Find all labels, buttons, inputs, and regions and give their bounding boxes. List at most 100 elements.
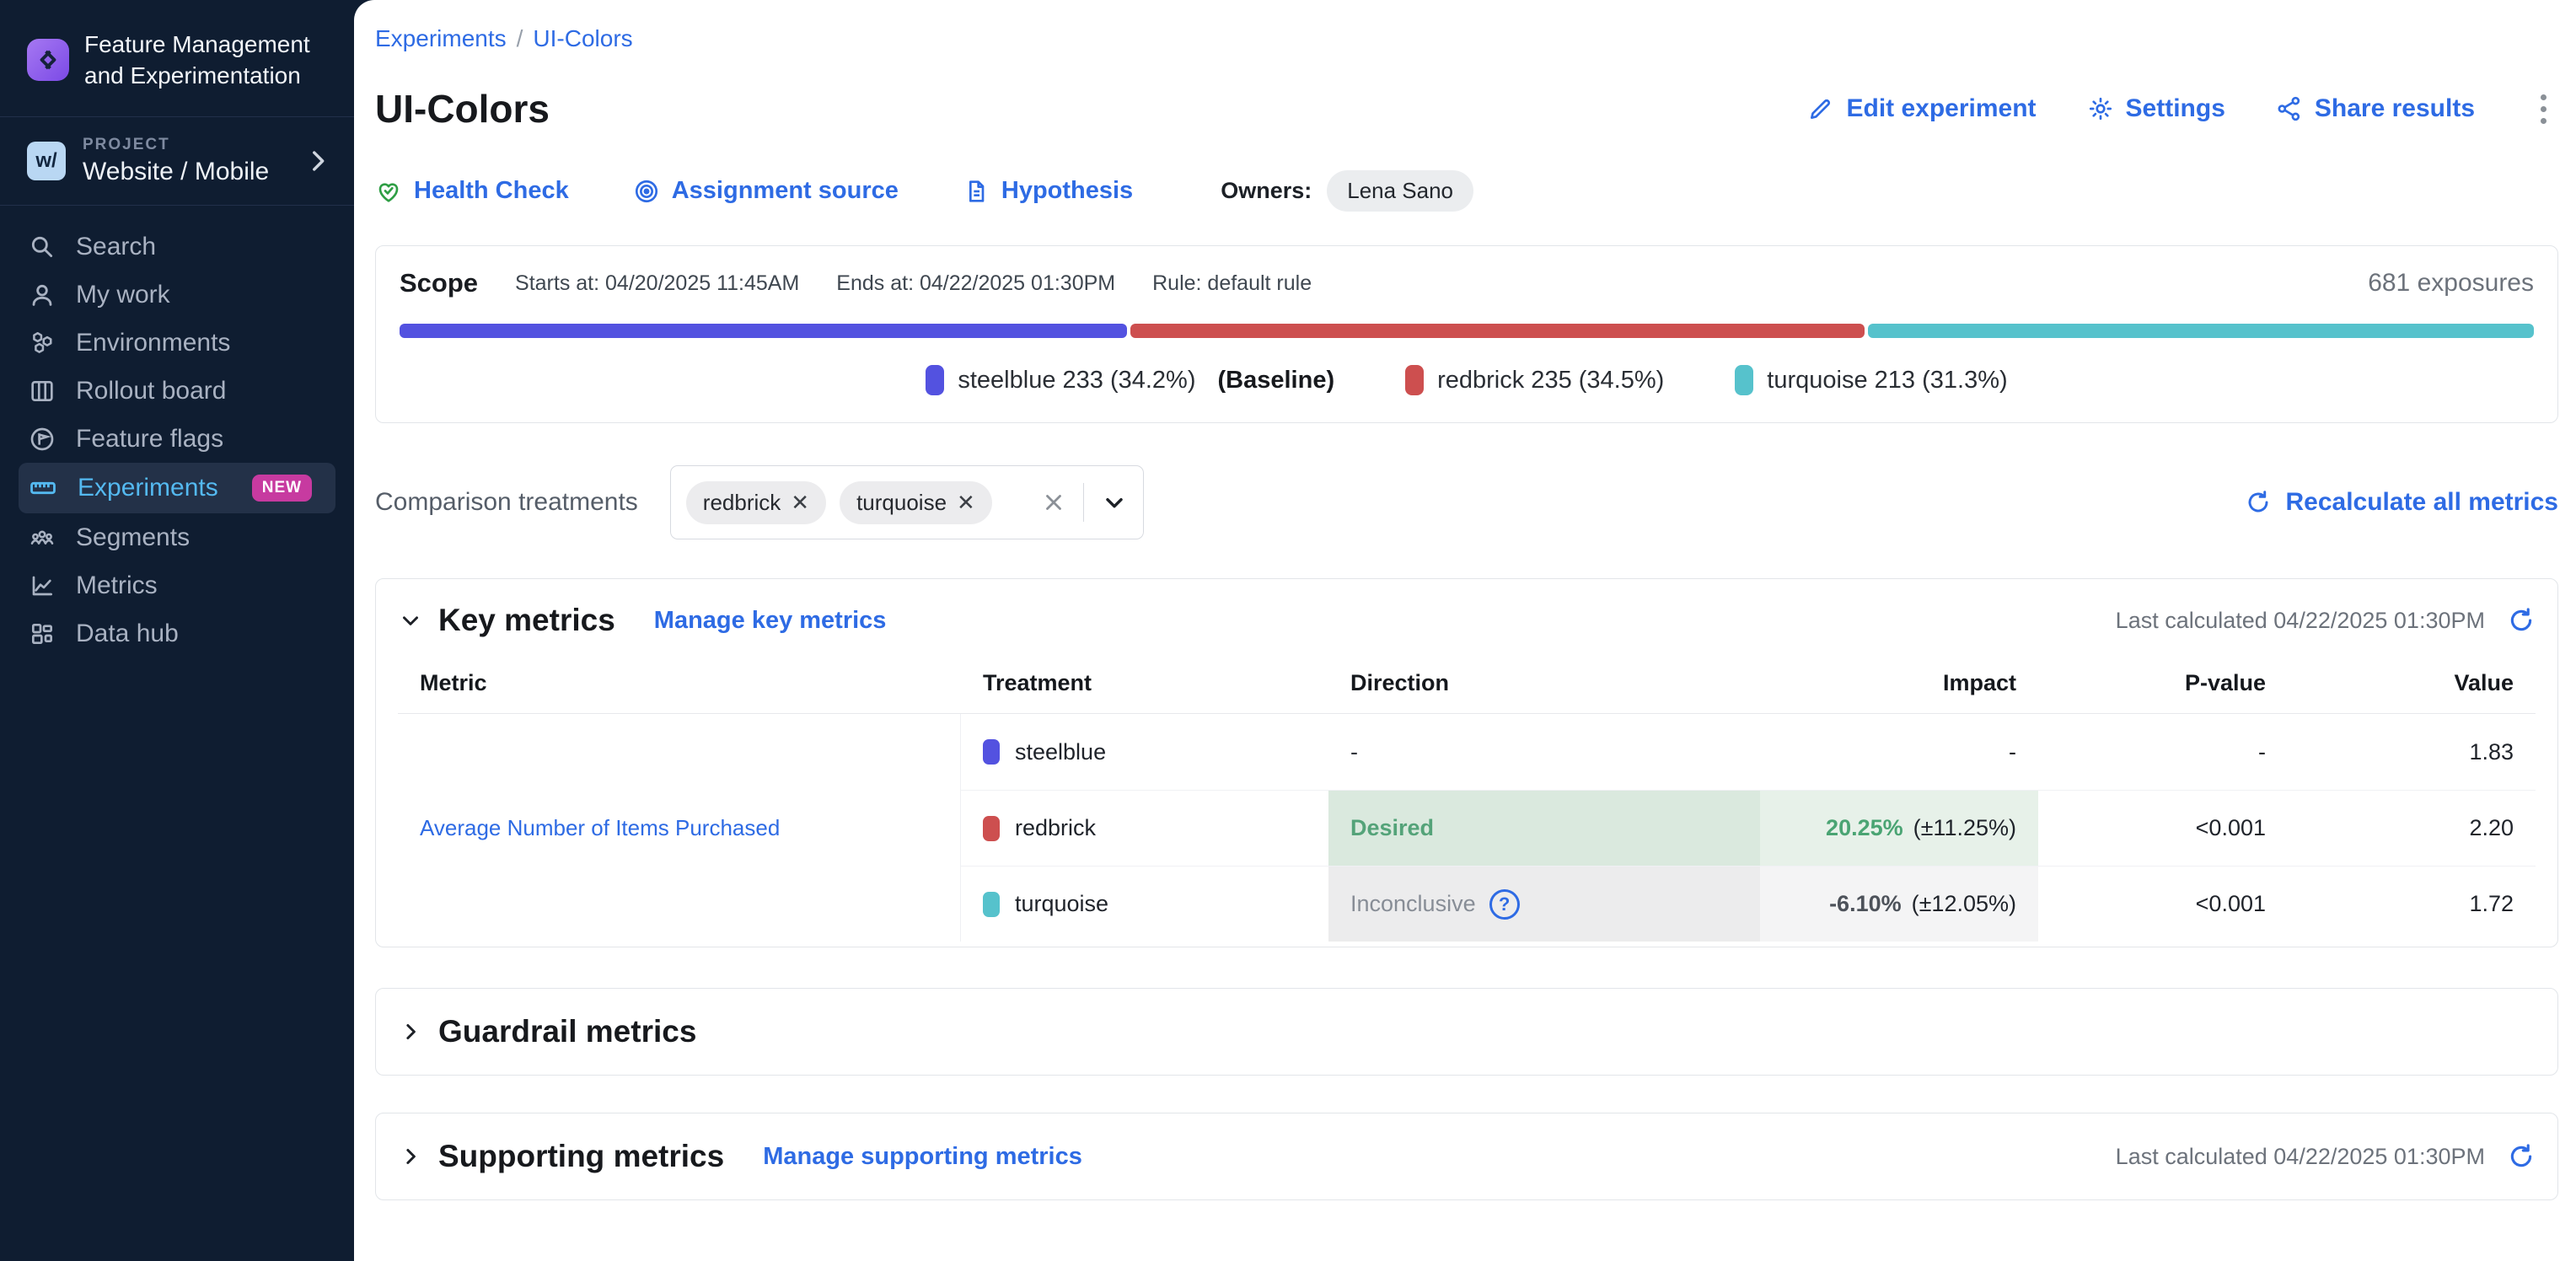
- treatment-legend: steelblue 233 (34.2%) (Baseline) redbric…: [400, 365, 2534, 395]
- breadcrumb-current[interactable]: UI-Colors: [533, 25, 632, 52]
- exposures-count: 681 exposures: [2368, 269, 2534, 298]
- header-actions: Edit experiment Settings Share results: [1807, 89, 2558, 129]
- manage-key-metrics-link[interactable]: Manage key metrics: [654, 607, 887, 635]
- owners-row: Owners: Lena Sano: [1221, 170, 1473, 212]
- metric-link[interactable]: Average Number of Items Purchased: [420, 815, 780, 841]
- search-icon: [29, 233, 56, 260]
- refresh-icon[interactable]: [2507, 606, 2536, 635]
- settings-button[interactable]: Settings: [2087, 94, 2225, 123]
- collapse-chevron-icon[interactable]: [398, 608, 423, 633]
- scope-starts-at: Starts at: 04/20/2025 11:45AM: [515, 271, 799, 296]
- health-check-link[interactable]: Health Check: [375, 177, 569, 205]
- heart-check-icon: [375, 178, 402, 205]
- impact-cell-redbrick: 20.25% (±11.25%): [1760, 790, 2038, 866]
- treatment-cell-steelblue: steelblue: [961, 714, 1328, 790]
- app-logo-row[interactable]: Feature Management and Experimentation: [0, 0, 354, 116]
- main-content: Experiments / UI-Colors UI-Colors Edit e…: [354, 0, 2576, 1261]
- sidebar: Feature Management and Experimentation w…: [0, 0, 354, 1261]
- sidebar-item-segments[interactable]: Segments: [0, 513, 354, 561]
- select-divider: [1083, 483, 1084, 522]
- key-metrics-table: Metric Treatment Direction Impact P-valu…: [398, 662, 2536, 942]
- sidebar-nav: Search My work Environments Rollout boar…: [0, 206, 354, 657]
- legend-item-redbrick: redbrick 235 (34.5%): [1405, 365, 1664, 395]
- user-icon: [29, 282, 56, 309]
- exposure-distribution-bar: [400, 324, 2534, 338]
- turquoise-swatch: [1735, 365, 1753, 395]
- pvalue-cell-steelblue: -: [2038, 714, 2288, 790]
- supporting-metrics-card: Supporting metrics Manage supporting met…: [375, 1113, 2558, 1200]
- treatments-multiselect[interactable]: redbrick ✕ turquoise ✕: [670, 465, 1144, 539]
- comparison-row: Comparison treatments redbrick ✕ turquoi…: [375, 465, 2558, 539]
- board-columns-icon: [29, 378, 56, 405]
- help-icon[interactable]: ?: [1489, 889, 1520, 920]
- column-header-pvalue: P-value: [2038, 662, 2288, 714]
- chip-redbrick[interactable]: redbrick ✕: [686, 481, 826, 524]
- owners-label: Owners:: [1221, 178, 1312, 204]
- project-name: Website / Mobile: [83, 158, 303, 186]
- supporting-last-calculated: Last calculated 04/22/2025 01:30PM: [2116, 1144, 2485, 1170]
- owner-chip[interactable]: Lena Sano: [1327, 170, 1473, 212]
- metric-name-cell: Average Number of Items Purchased: [398, 714, 961, 942]
- bar-segment-redbrick: [1130, 324, 1865, 338]
- pvalue-cell-turquoise: <0.001: [2038, 866, 2288, 942]
- legend-item-turquoise: turquoise 213 (31.3%): [1735, 365, 2007, 395]
- more-options-button[interactable]: [2529, 89, 2558, 129]
- hypothesis-link[interactable]: Hypothesis: [963, 177, 1133, 205]
- project-label: PROJECT: [83, 136, 303, 154]
- page-title: UI-Colors: [375, 86, 550, 131]
- document-icon: [963, 178, 990, 205]
- remove-turquoise-icon[interactable]: ✕: [957, 490, 975, 516]
- share-icon: [2276, 95, 2303, 122]
- column-header-treatment: Treatment: [961, 662, 1328, 714]
- value-cell-redbrick: 2.20: [2288, 790, 2536, 866]
- chevron-down-icon[interactable]: [1101, 489, 1128, 516]
- sidebar-item-my-work[interactable]: My work: [0, 271, 354, 319]
- chip-turquoise[interactable]: turquoise ✕: [840, 481, 992, 524]
- key-metrics-card: Key metrics Manage key metrics Last calc…: [375, 578, 2558, 947]
- assignment-source-link[interactable]: Assignment source: [633, 177, 899, 205]
- steelblue-swatch: [926, 365, 944, 395]
- guardrail-metrics-card: Guardrail metrics: [375, 988, 2558, 1076]
- breadcrumb-experiments[interactable]: Experiments: [375, 25, 507, 52]
- sidebar-item-metrics[interactable]: Metrics: [0, 561, 354, 609]
- chevron-right-icon: [303, 147, 332, 175]
- redbrick-swatch: [1405, 365, 1424, 395]
- sidebar-item-data-hub[interactable]: Data hub: [0, 609, 354, 657]
- sidebar-item-environments[interactable]: Environments: [0, 319, 354, 367]
- project-switcher[interactable]: w/ PROJECT Website / Mobile: [0, 117, 354, 205]
- share-results-button[interactable]: Share results: [2276, 94, 2475, 123]
- value-cell-steelblue: 1.83: [2288, 714, 2536, 790]
- key-metrics-last-calculated: Last calculated 04/22/2025 01:30PM: [2116, 608, 2485, 634]
- scope-title: Scope: [400, 268, 478, 298]
- legend-item-steelblue: steelblue 233 (34.2%) (Baseline): [926, 365, 1334, 395]
- gear-icon: [2087, 95, 2114, 122]
- expand-chevron-icon[interactable]: [398, 1144, 423, 1169]
- project-badge: w/: [27, 142, 66, 180]
- remove-redbrick-icon[interactable]: ✕: [791, 490, 809, 516]
- key-metrics-title: Key metrics: [438, 603, 615, 638]
- direction-cell-steelblue: -: [1328, 714, 1760, 790]
- impact-cell-steelblue: -: [1760, 714, 2038, 790]
- new-badge: NEW: [252, 475, 312, 502]
- direction-desired-label: Desired: [1350, 815, 1434, 841]
- app-title: Feature Management and Experimentation: [84, 29, 310, 91]
- turquoise-swatch: [983, 892, 1000, 917]
- ruler-icon: [29, 474, 57, 502]
- data-hub-icon: [29, 620, 56, 647]
- refresh-icon[interactable]: [2507, 1142, 2536, 1171]
- manage-supporting-metrics-link[interactable]: Manage supporting metrics: [763, 1143, 1082, 1171]
- people-icon: [29, 524, 56, 551]
- treatment-cell-redbrick: redbrick: [961, 790, 1328, 866]
- recalculate-all-metrics-button[interactable]: Recalculate all metrics: [2245, 488, 2558, 517]
- breadcrumb: Experiments / UI-Colors: [375, 25, 2558, 52]
- value-cell-turquoise: 1.72: [2288, 866, 2536, 942]
- expand-chevron-icon[interactable]: [398, 1019, 423, 1044]
- treatment-cell-turquoise: turquoise: [961, 866, 1328, 942]
- sidebar-item-feature-flags[interactable]: Feature flags: [0, 415, 354, 463]
- clear-all-icon[interactable]: [1041, 490, 1066, 515]
- edit-experiment-button[interactable]: Edit experiment: [1807, 94, 2036, 123]
- sidebar-item-experiments[interactable]: Experiments NEW: [19, 463, 335, 513]
- sidebar-item-rollout-board[interactable]: Rollout board: [0, 367, 354, 415]
- pvalue-cell-redbrick: <0.001: [2038, 790, 2288, 866]
- sidebar-item-search[interactable]: Search: [0, 223, 354, 271]
